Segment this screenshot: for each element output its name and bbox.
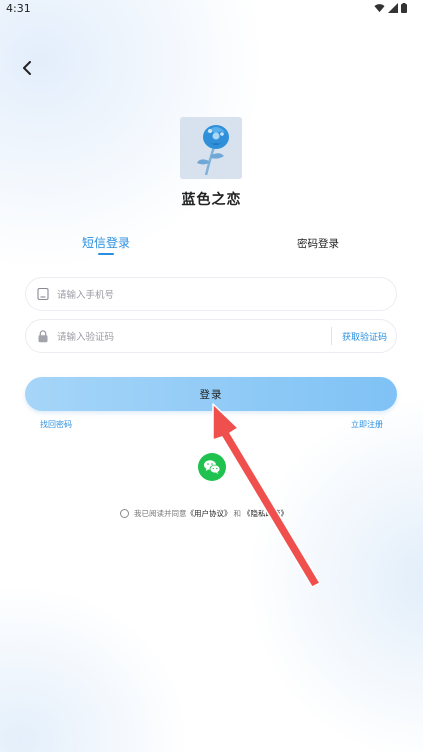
tab-sms-login[interactable]: 短信登录 <box>82 234 130 251</box>
verification-code-input[interactable] <box>55 320 309 354</box>
app-logo <box>180 117 242 179</box>
forgot-password-link[interactable]: 找回密码 <box>40 419 72 430</box>
app-name: 蓝色之恋 <box>181 192 242 208</box>
active-tab-indicator <box>98 253 114 255</box>
agreement-and-text: 和 <box>233 509 242 518</box>
get-code-button[interactable]: 获取验证码 <box>342 330 387 343</box>
status-bar: 4:31 <box>0 0 423 18</box>
tab-password-login[interactable]: 密码登录 <box>297 236 339 251</box>
signal-icon <box>388 3 398 13</box>
blue-rose-image <box>180 117 242 179</box>
wifi-icon <box>374 4 385 13</box>
code-divider <box>331 327 332 345</box>
battery-icon <box>401 3 407 13</box>
phone-icon <box>37 287 49 301</box>
status-icons <box>374 3 407 13</box>
register-link[interactable]: 立即注册 <box>351 419 383 430</box>
back-button[interactable] <box>14 56 40 80</box>
annotation-arrow <box>212 403 321 588</box>
wechat-icon <box>204 460 221 474</box>
agreement-row: 我已阅读并同意 《用户协议》 和 《隐私政策》 <box>120 508 288 519</box>
chevron-left-icon <box>23 61 31 75</box>
code-field: 获取验证码 <box>25 319 397 354</box>
lock-icon <box>38 330 48 343</box>
phone-input[interactable] <box>55 278 309 312</box>
status-time: 4:31 <box>6 2 31 15</box>
wechat-login-button[interactable] <box>198 453 226 481</box>
agreement-checkbox[interactable] <box>120 509 129 518</box>
phone-field <box>25 277 397 312</box>
login-button-label: 登录 <box>199 388 223 401</box>
user-agreement-link[interactable]: 《用户协议》 <box>187 508 232 519</box>
privacy-policy-link[interactable]: 《隐私政策》 <box>243 508 288 519</box>
agreement-text: 我已阅读并同意 <box>134 509 187 518</box>
login-button[interactable]: 登录 <box>25 377 397 411</box>
